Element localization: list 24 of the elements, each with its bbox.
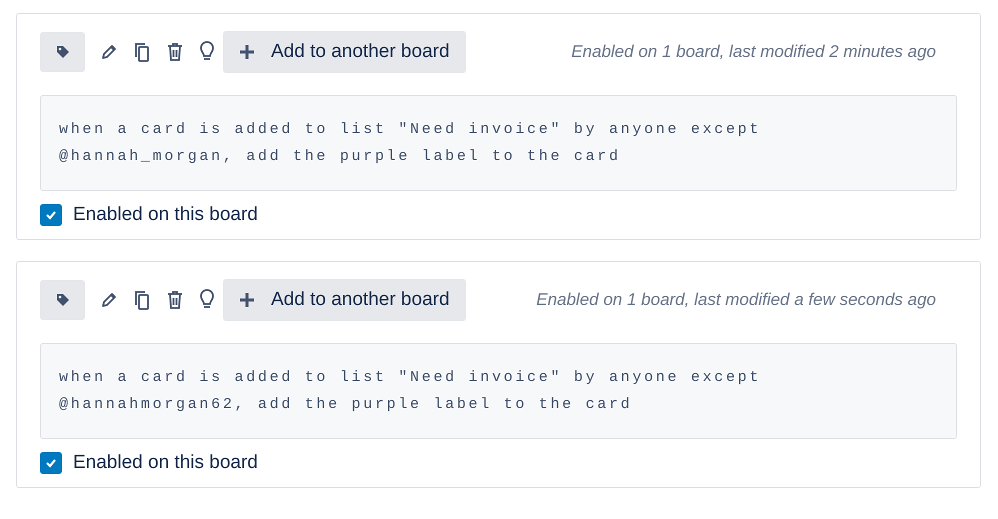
rule-text-box: when a card is added to list "Need invoice" by anyone except @hannahmorgan62, add the purple label to the card xyxy=(40,343,957,439)
checkbox-label: Enabled on this board xyxy=(73,452,258,474)
plus-icon xyxy=(239,292,255,308)
label-button[interactable] xyxy=(40,280,85,320)
checkbox[interactable] xyxy=(40,204,62,226)
label-button[interactable] xyxy=(40,32,85,72)
status-text: Enabled on 1 board, last modified 2 minutes ago xyxy=(571,42,936,62)
tag-icon xyxy=(54,292,70,308)
status-text: Enabled on 1 board, last modified a few seconds ago xyxy=(536,290,936,310)
add-to-board-button[interactable]: Add to another board xyxy=(223,279,466,321)
add-to-board-button[interactable]: Add to another board xyxy=(223,31,466,73)
copy-icon[interactable] xyxy=(132,41,152,63)
tag-icon xyxy=(54,44,70,60)
pencil-icon[interactable] xyxy=(99,290,119,310)
rule-text-box: when a card is added to list "Need invoice" by anyone except @hannah_morgan, add the purple label to the card xyxy=(40,95,957,191)
checkbox[interactable] xyxy=(40,452,62,474)
lightbulb-icon[interactable] xyxy=(198,289,216,311)
pencil-icon[interactable] xyxy=(99,42,119,62)
trash-icon[interactable] xyxy=(165,41,185,63)
checkbox-label: Enabled on this board xyxy=(73,204,258,226)
plus-icon xyxy=(239,44,255,60)
trash-icon[interactable] xyxy=(165,289,185,311)
lightbulb-icon[interactable] xyxy=(198,41,216,63)
copy-icon[interactable] xyxy=(132,289,152,311)
